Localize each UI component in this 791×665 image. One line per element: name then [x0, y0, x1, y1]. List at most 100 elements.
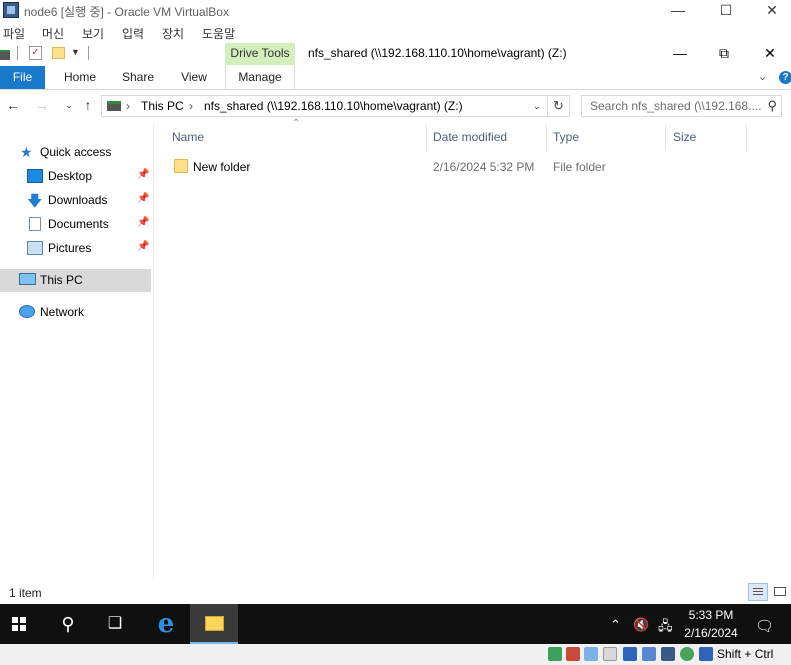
explorer-window-title: nfs_shared (\\192.168.110.10\home\vagran…	[308, 46, 567, 60]
breadcrumb-separator[interactable]: ›	[189, 99, 193, 113]
computer-icon	[19, 273, 36, 285]
tab-home[interactable]: Home	[56, 66, 104, 89]
nav-network[interactable]: Network	[0, 301, 151, 324]
nav-pictures[interactable]: Pictures 📌	[0, 237, 151, 260]
search-icon[interactable]: ⚲	[767, 98, 777, 114]
details-view-button[interactable]	[748, 583, 768, 601]
vbox-menu-devices[interactable]: 장치	[162, 25, 184, 42]
item-count: 1 item	[9, 586, 42, 600]
nav-label: Pictures	[48, 241, 92, 255]
start-button[interactable]	[0, 604, 48, 644]
navigation-pane: ★ Quick access Desktop 📌 🡇 Downloads 📌 D…	[0, 122, 154, 580]
explorer-close-button[interactable]: ✕	[747, 43, 791, 65]
column-type[interactable]: Type	[553, 123, 579, 151]
mouse-integration-icon[interactable]	[699, 647, 713, 661]
column-divider[interactable]	[426, 125, 427, 151]
minimize-button[interactable]: —	[655, 0, 701, 21]
file-explorer-taskbar-button[interactable]	[190, 604, 238, 644]
tab-view[interactable]: View	[174, 66, 214, 89]
notifications-icon[interactable]: 🗨	[755, 617, 774, 635]
search-input[interactable]	[582, 96, 768, 116]
show-hidden-icons-button[interactable]: ⌃	[610, 617, 621, 633]
breadcrumb-separator[interactable]: ›	[126, 99, 130, 113]
pin-icon: 📌	[137, 217, 150, 228]
clock-date[interactable]: 2/16/2024	[682, 626, 740, 640]
virtualbox-icon	[3, 2, 19, 18]
file-row[interactable]: New folder 2/16/2024 5:32 PM File folder	[154, 155, 791, 178]
nav-quick-access[interactable]: ★ Quick access	[0, 141, 151, 164]
vbox-menu-view[interactable]: 보기	[82, 25, 104, 42]
column-divider[interactable]	[746, 125, 747, 151]
task-view-button[interactable]: ❑	[91, 604, 139, 644]
vbox-statusbar	[0, 644, 791, 665]
nav-desktop[interactable]: Desktop 📌	[0, 165, 151, 188]
file-name: New folder	[193, 160, 251, 174]
nav-downloads[interactable]: 🡇 Downloads 📌	[0, 189, 151, 212]
column-divider[interactable]	[546, 125, 547, 151]
nav-label: Network	[40, 305, 85, 319]
vbox-titlebar: node6 [실행 중] - Oracle VM VirtualBox — ☐ …	[0, 0, 791, 21]
back-button[interactable]: ←	[4, 96, 22, 114]
address-dropdown-icon[interactable]: ⌄	[533, 101, 541, 112]
shared-folders-icon[interactable]	[623, 647, 637, 661]
expand-ribbon-icon[interactable]: ⌄	[758, 70, 767, 83]
usb-icon[interactable]	[603, 647, 617, 661]
new-folder-icon[interactable]	[52, 47, 65, 59]
vbox-menubar: 파일 머신 보기 입력 장치 도움말	[0, 22, 791, 43]
audio-icon[interactable]	[584, 647, 598, 661]
vbox-menu-help[interactable]: 도움말	[202, 25, 235, 42]
internet-explorer-icon[interactable]: e	[142, 604, 190, 644]
column-name[interactable]: Name	[172, 123, 204, 151]
explorer-restore-button[interactable]: ⧉	[701, 43, 747, 65]
hard-disk-icon[interactable]	[548, 647, 562, 661]
column-date-modified[interactable]: Date modified	[433, 123, 507, 151]
refresh-button[interactable]: ↻	[548, 95, 570, 117]
breadcrumb-nfs-shared[interactable]: nfs_shared (\\192.168.110.10\home\vagran…	[204, 99, 463, 113]
video-capture-icon[interactable]	[661, 647, 675, 661]
column-size[interactable]: Size	[673, 123, 696, 151]
large-icons-view-button[interactable]	[771, 583, 791, 601]
network-icon	[19, 305, 35, 318]
properties-icon[interactable]: ✓	[29, 46, 42, 60]
volume-muted-icon[interactable]: 🔇	[633, 617, 649, 633]
clock-time[interactable]: 5:33 PM	[686, 608, 736, 622]
nav-this-pc[interactable]: This PC	[0, 269, 151, 292]
qat-divider	[17, 46, 18, 60]
breadcrumb-this-pc[interactable]: This PC	[141, 99, 184, 113]
nav-label: This PC	[40, 273, 83, 287]
vbox-menu-machine[interactable]: 머신	[42, 25, 64, 42]
drive-icon	[107, 101, 121, 111]
close-button[interactable]: ✕	[749, 0, 791, 21]
customize-qat-icon[interactable]: ▼	[71, 47, 80, 57]
host-key-label: Shift + Ctrl	[717, 647, 774, 661]
vbox-menu-input[interactable]: 입력	[122, 25, 144, 42]
drive-tools-label: Drive Tools	[225, 43, 295, 65]
windows-logo-icon	[12, 617, 18, 623]
ribbon-tabs: File Home Share View Manage	[0, 66, 791, 90]
address-bar[interactable]: › This PC › nfs_shared (\\192.168.110.10…	[101, 95, 548, 117]
tab-manage[interactable]: Manage	[225, 66, 295, 89]
help-icon[interactable]: ?	[779, 71, 791, 84]
vbox-menu-file[interactable]: 파일	[3, 25, 25, 42]
tab-file[interactable]: File	[0, 66, 45, 89]
column-divider[interactable]	[665, 125, 666, 151]
explorer-minimize-button[interactable]: —	[657, 43, 703, 65]
forward-button[interactable]: →	[33, 96, 51, 114]
search-taskbar-button[interactable]: ⚲	[44, 604, 92, 644]
pin-icon: 📌	[137, 193, 150, 204]
file-type: File folder	[553, 160, 606, 174]
documents-icon	[29, 217, 41, 231]
network-tray-icon[interactable]: 🖧	[658, 617, 673, 639]
search-box[interactable]: ⚲	[581, 95, 782, 117]
nav-documents[interactable]: Documents 📌	[0, 213, 151, 236]
optical-drive-icon[interactable]	[566, 647, 580, 661]
column-headers: Name Date modified Type Size	[154, 123, 791, 151]
pin-icon: 📌	[137, 169, 150, 180]
folder-icon	[174, 159, 188, 173]
up-button[interactable]: ↑	[79, 96, 97, 114]
maximize-button[interactable]: ☐	[703, 0, 749, 21]
recent-locations-button[interactable]: ⌄	[60, 96, 78, 114]
tab-share[interactable]: Share	[116, 66, 160, 89]
network-adapter-icon[interactable]	[680, 647, 694, 661]
display-icon[interactable]	[642, 647, 656, 661]
